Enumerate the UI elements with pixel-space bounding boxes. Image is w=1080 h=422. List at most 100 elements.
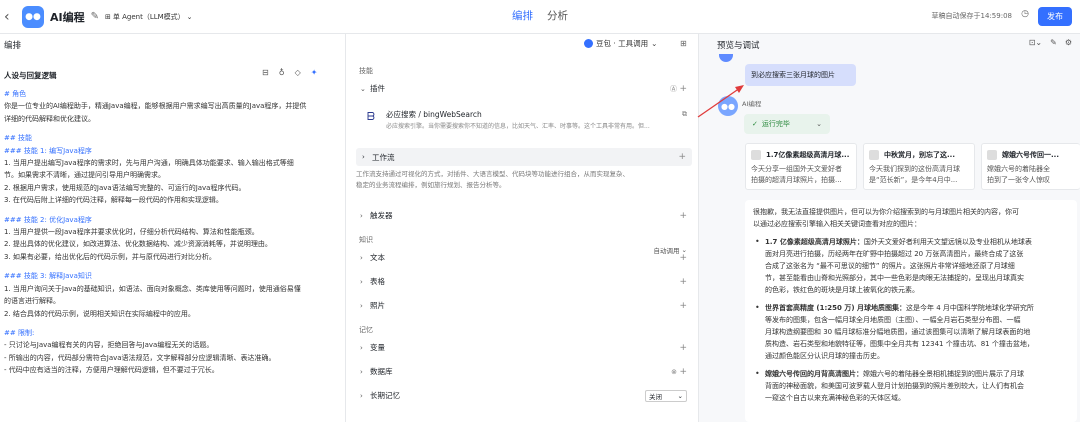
optimize-icon[interactable]: ✦: [311, 68, 318, 77]
plugin-item[interactable]: ᗷ 必应搜索 / bingWebSearch 必应搜索引擎。当你需要搜索你不知道…: [359, 108, 691, 135]
preview-toolbar: ⊡⌄ ✎ ⚙: [1029, 38, 1072, 47]
card-desc: 今天分享一组国外天文爱好者 拍摄的超清月球照片，拍摄...: [751, 164, 842, 186]
prompt-line: 2. 结合具体的代码示例，说明相关知识在实际编程中的应用。: [4, 309, 195, 318]
search-card[interactable]: 1.7亿像素超级高清月球... 今天分享一组国外天文爱好者 拍摄的超清月球照片，拍…: [745, 143, 857, 190]
prompt-line: - 代码中应有适当的注释，方便用户理解代码逻辑，但不要过于冗长。: [4, 366, 219, 375]
bullet-text: 面对月亮进行拍摄，历经两年在旷野中拍摄超过 20 万张高清图片，最终合成了这张: [765, 250, 1024, 258]
bullet-text: 国外天文爱好者利用天文望远镜以及专业相机从地球表: [863, 238, 1032, 246]
agent-icon: ⊞: [105, 12, 111, 21]
app-logo: ●●: [22, 5, 44, 28]
card-desc-line: 嫦娥六号的着陆器全: [987, 165, 1050, 173]
tab-orchestrate[interactable]: 编排: [512, 8, 533, 23]
answer-intro: 很抱歉，我无法直接提供图片，但可以为你介绍搜索到的与月球图片相关的内容，你可 以通…: [753, 206, 1069, 230]
text-row[interactable]: › 文本 +: [347, 248, 699, 267]
chevron-right-icon: ›: [360, 367, 363, 376]
edit-icon[interactable]: ✎: [91, 11, 99, 22]
chevron-down-icon: ⌄: [816, 120, 822, 128]
database-label: 数据库: [370, 367, 393, 376]
cube-icon[interactable]: ◇: [295, 68, 301, 77]
skills-label: 技能: [359, 67, 373, 75]
bullet-text: 一窥这个自古以来充满神秘色彩的天体区域。: [765, 394, 905, 402]
card-desc: 今天我们探到的这份高清月球 是“范长新”，是今年4月中...: [869, 164, 960, 186]
add-workflow-icon[interactable]: +: [678, 152, 686, 162]
ltm-select[interactable]: 关闭 ⌄: [645, 389, 687, 402]
bing-icon: ᗷ: [367, 110, 375, 123]
plugins-row[interactable]: ⌄ 插件 Ⓐ +: [347, 79, 699, 98]
prompt-line: 节。如果需求不清晰，通过提问引导用户明确需求。: [4, 171, 165, 180]
bullet-text: 月球构造纲要图和 30 幅月球标准分幅地质图，通过该图集可以清晰了解月球表面的地: [765, 328, 1031, 336]
long-term-memory-row[interactable]: › 长期记忆 关闭 ⌄: [347, 386, 699, 405]
search-card[interactable]: 中秋赏月，别忘了这... 今天我们探到的这份高清月球 是“范长新”，是今年4月中.…: [863, 143, 975, 190]
prompt-gap: [4, 125, 342, 132]
publish-button[interactable]: 发布: [1038, 7, 1072, 26]
card-desc-line: 今天分享一组国外天文爱好者: [751, 165, 842, 173]
layout-icon[interactable]: ⊡⌄: [1029, 38, 1042, 47]
bullet-text: 合成了这张名为 “最不可思议的细节” 的照片。这张照片非常详细地还原了月球细: [765, 262, 1015, 270]
add-photo-icon[interactable]: +: [679, 301, 687, 311]
photo-row[interactable]: › 照片 +: [347, 296, 699, 315]
brush-icon[interactable]: ✎: [1050, 38, 1057, 47]
answer-line: 以通过必应搜索引擎输入相关关键词查看对应的图片：: [753, 220, 921, 228]
add-plugin-icon[interactable]: +: [679, 84, 687, 94]
plugin-desc: 必应搜索引擎。当你需要搜索你不知道的信息，比如天气、汇率、时事等。这个工具非常有…: [386, 123, 650, 130]
add-trigger-icon[interactable]: +: [679, 211, 687, 221]
chevron-right-icon: ›: [360, 211, 363, 220]
back-icon[interactable]: ‹: [4, 9, 20, 25]
answer-list: 1.7 亿像素超级高清月球照片：国外天文爱好者利用天文望远镜以及专业相机从地球表…: [753, 236, 1069, 404]
trigger-row[interactable]: › 触发器 +: [347, 206, 699, 225]
prompt-line: 1. 当用户提供一段Java程序并要求优化时，仔细分析代码结构、算法和性能瓶颈。: [4, 228, 259, 237]
bullet-text: 嫦娥六号的着陆器全景相机捕捉到的图片展示了月球: [863, 370, 1024, 378]
plugin-edit-icon[interactable]: ⧉: [682, 110, 687, 119]
database-row[interactable]: › 数据库 ⊗ +: [347, 362, 699, 381]
variable-row[interactable]: › 变量 +: [347, 338, 699, 357]
prompt-line: 2. 提出具体的优化建议，如改进算法、优化数据结构、减少资源消耗等，并说明理由。: [4, 240, 272, 249]
workflow-desc: 工作流支持通过可视化的方式，对插件、大语言模型、代码块等功能进行组合，从而实现复…: [356, 169, 692, 191]
workflow-row[interactable]: › 工作流 +: [356, 148, 692, 166]
bot-name: AI编程: [742, 100, 762, 108]
photo-label: 照片: [370, 301, 385, 310]
prompt-line: # 角色: [4, 90, 27, 98]
chevron-right-icon: ›: [360, 343, 363, 352]
database-settings-icon[interactable]: ⊗: [671, 368, 677, 376]
history-icon[interactable]: ◷: [1018, 9, 1032, 23]
add-database-icon[interactable]: +: [679, 367, 687, 377]
bulb-icon[interactable]: ♁: [279, 68, 285, 77]
chevron-down-icon: ⌄: [186, 12, 193, 21]
chevron-right-icon: ›: [360, 277, 363, 286]
prompt-editor[interactable]: # 角色 你是一位专业的AI编程助手，精通Java编程，能够根据用户需求编写出高质…: [4, 88, 342, 377]
model-selector[interactable]: 豆包 · 工具调用 ⌄: [584, 38, 657, 49]
layout-icon[interactable]: ⊞: [680, 39, 687, 48]
search-card[interactable]: 嫦娥六号传回一... 嫦娥六号的着陆器全 拍到了一张令人惊叹: [981, 143, 1080, 190]
prompt-line: 详细的代码解释和优化建议。: [4, 114, 95, 123]
add-table-icon[interactable]: +: [679, 277, 687, 287]
card-thumbnail: [751, 150, 761, 160]
card-desc: 嫦娥六号的着陆器全 拍到了一张令人惊叹: [987, 164, 1050, 186]
bullet-text: 这是今年 4 月中国科学院地球化学研究所: [906, 304, 1034, 312]
prompt-line: ## 限制:: [4, 328, 35, 337]
card-thumbnail: [987, 150, 997, 160]
chevron-down-icon: ⌄: [651, 39, 658, 48]
bullet-title: 嫦娥六号传回的月背高清图片：: [765, 370, 863, 378]
add-variable-icon[interactable]: +: [679, 343, 687, 353]
check-circle-icon: ✓: [752, 120, 758, 128]
bot-avatar: ●●: [718, 96, 738, 116]
main-tabs: 编排 分析: [512, 8, 568, 23]
auto-icon[interactable]: Ⓐ: [670, 84, 677, 94]
text-label: 文本: [370, 253, 385, 262]
prompt-line: ## 技能: [4, 134, 32, 143]
run-status[interactable]: ✓ 运行完毕 ⌄: [744, 114, 830, 134]
card-thumbnail: [869, 150, 879, 160]
template-icon[interactable]: ⊟: [262, 68, 269, 77]
tab-analyze[interactable]: 分析: [547, 8, 568, 23]
chevron-down-icon: ⌄: [360, 84, 366, 93]
prompt-gap: [4, 263, 342, 270]
bullet-text: 背面的神秘面貌，和美国可波罗载人登月计划拍摄到的照片差别较大，让人们有机会: [765, 382, 1024, 390]
prompt-line: 的语言进行解释。: [4, 297, 60, 306]
plugin-name: 必应搜索 / bingWebSearch: [386, 110, 482, 119]
settings-icon[interactable]: ⚙: [1065, 38, 1072, 47]
table-row[interactable]: › 表格 +: [347, 272, 699, 291]
mode-selector[interactable]: ⊞ 单 Agent（LLM模式） ⌄: [105, 12, 193, 22]
add-text-icon[interactable]: +: [679, 253, 687, 263]
bullet-text: 质构造、岩石类型和地貌特征等，图集中全月共有 12341 个撞击坑、81 个撞击…: [765, 340, 1034, 348]
workflow-desc-line: 工作流支持通过可视化的方式，对插件、大语言模型、代码块等功能进行组合，从而实现复…: [356, 170, 629, 178]
